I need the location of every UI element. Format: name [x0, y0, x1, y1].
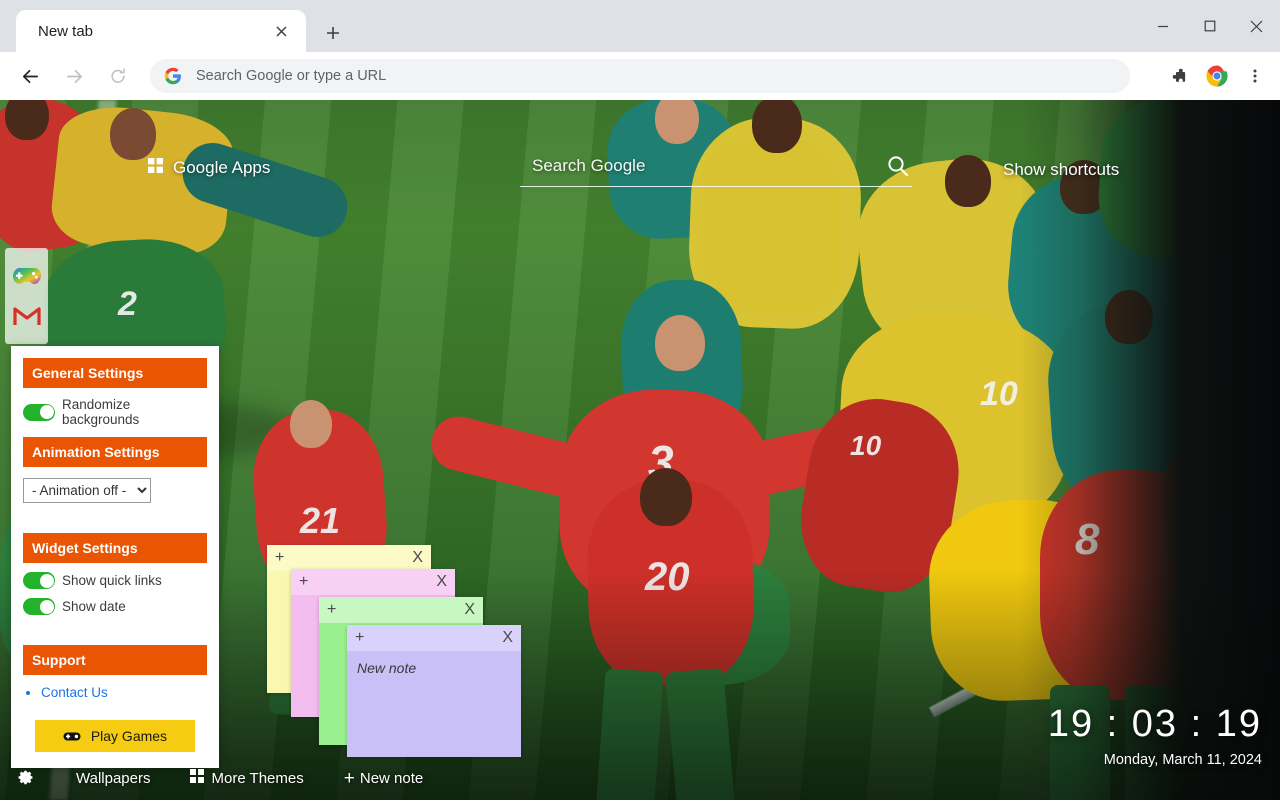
- note-text[interactable]: New note: [347, 651, 521, 685]
- omnibox[interactable]: Search Google or type a URL: [150, 59, 1130, 93]
- show-quick-links-label: Show quick links: [62, 573, 162, 588]
- magnifier-icon[interactable]: [884, 152, 912, 180]
- reload-icon[interactable]: [100, 58, 136, 94]
- ntp-header: Google Apps Show shortcuts: [0, 100, 1280, 210]
- contact-us-link[interactable]: Contact Us: [41, 685, 108, 700]
- wallpapers-label: Wallpapers: [76, 769, 151, 787]
- show-date-label: Show date: [62, 599, 126, 614]
- close-icon[interactable]: X: [412, 550, 423, 566]
- randomize-backgrounds-row[interactable]: Randomize backgrounds: [23, 397, 207, 427]
- close-icon[interactable]: [1233, 0, 1280, 52]
- animation-settings-header: Animation Settings: [23, 437, 207, 467]
- three-dot-menu-icon[interactable]: [1238, 59, 1272, 93]
- support-header: Support: [23, 645, 207, 675]
- more-themes-button[interactable]: More Themes: [190, 769, 304, 787]
- show-quick-links-row[interactable]: Show quick links: [23, 572, 207, 589]
- grid-apps-icon: [148, 158, 163, 178]
- note-toolbar: + X: [319, 597, 483, 623]
- play-games-button[interactable]: Play Games: [35, 720, 195, 752]
- ntp-bottom-bar: Wallpapers More Themes + New note: [0, 756, 1280, 800]
- window-controls: [1139, 0, 1280, 52]
- more-themes-label: More Themes: [211, 769, 304, 787]
- add-note-icon[interactable]: +: [275, 550, 284, 566]
- animation-select[interactable]: - Animation off -: [23, 478, 151, 503]
- general-settings-header: General Settings: [23, 358, 207, 388]
- forward-arrow-icon[interactable]: [56, 58, 92, 94]
- new-tab-button[interactable]: [318, 18, 348, 48]
- close-icon[interactable]: X: [464, 602, 475, 618]
- ntp-search-bar: [520, 152, 912, 187]
- widget-settings-header: Widget Settings: [23, 533, 207, 563]
- browser-toolbar: Search Google or type a URL: [0, 52, 1280, 100]
- randomize-backgrounds-toggle[interactable]: [23, 403, 55, 421]
- gear-icon[interactable]: [12, 765, 38, 791]
- close-icon[interactable]: X: [436, 574, 447, 590]
- tab-strip: New tab: [0, 0, 1280, 52]
- browser-window: New tab Search Google or type a URL 2 21…: [0, 0, 1280, 800]
- quick-link-gmail[interactable]: [10, 299, 44, 333]
- note-toolbar: + X: [347, 625, 521, 651]
- puzzle-piece-icon[interactable]: [1162, 59, 1196, 93]
- minimize-icon[interactable]: [1139, 0, 1186, 52]
- google-apps-label: Google Apps: [173, 158, 271, 177]
- close-icon[interactable]: [268, 18, 294, 44]
- show-shortcuts-button[interactable]: Show shortcuts: [1003, 160, 1119, 180]
- gamepad-icon: [63, 728, 85, 744]
- randomize-backgrounds-label: Randomize backgrounds: [62, 397, 140, 427]
- settings-panel: General Settings Randomize backgrounds A…: [11, 346, 219, 768]
- google-apps-button[interactable]: Google Apps: [148, 158, 270, 178]
- sticky-note[interactable]: + X New note: [347, 625, 521, 757]
- quick-link-games[interactable]: [10, 259, 44, 293]
- add-note-icon[interactable]: +: [355, 630, 364, 646]
- close-icon[interactable]: X: [502, 630, 513, 646]
- omnibox-placeholder: Search Google or type a URL: [196, 68, 387, 84]
- quick-links-strip: [5, 248, 48, 344]
- show-date-row[interactable]: Show date: [23, 598, 207, 615]
- grid-apps-icon: [190, 769, 205, 787]
- show-quick-links-toggle[interactable]: [23, 572, 55, 589]
- toolbar-actions: [1158, 59, 1280, 93]
- note-toolbar: + X: [291, 569, 455, 595]
- tab-title: New tab: [38, 22, 94, 40]
- new-note-label: New note: [359, 769, 424, 787]
- note-toolbar: + X: [267, 545, 431, 571]
- search-input[interactable]: [520, 156, 884, 178]
- add-note-icon[interactable]: +: [299, 574, 308, 590]
- plus-icon: +: [343, 767, 355, 789]
- new-note-button[interactable]: + New note: [344, 769, 423, 788]
- play-games-label: Play Games: [90, 728, 168, 744]
- wallpapers-button[interactable]: Wallpapers: [76, 770, 150, 787]
- support-links: Contact Us: [41, 685, 207, 700]
- back-arrow-icon[interactable]: [12, 58, 48, 94]
- clock-time: 19 : 03 : 19: [1047, 703, 1262, 745]
- add-note-icon[interactable]: +: [327, 602, 336, 618]
- show-date-toggle[interactable]: [23, 598, 55, 615]
- tab-new-tab[interactable]: New tab: [16, 10, 306, 52]
- chrome-profile-icon[interactable]: [1200, 59, 1234, 93]
- new-tab-page: 2 21 2 3 20: [0, 100, 1280, 800]
- google-g-icon: [164, 67, 182, 85]
- list-item[interactable]: Contact Us: [41, 685, 207, 700]
- maximize-icon[interactable]: [1186, 0, 1233, 52]
